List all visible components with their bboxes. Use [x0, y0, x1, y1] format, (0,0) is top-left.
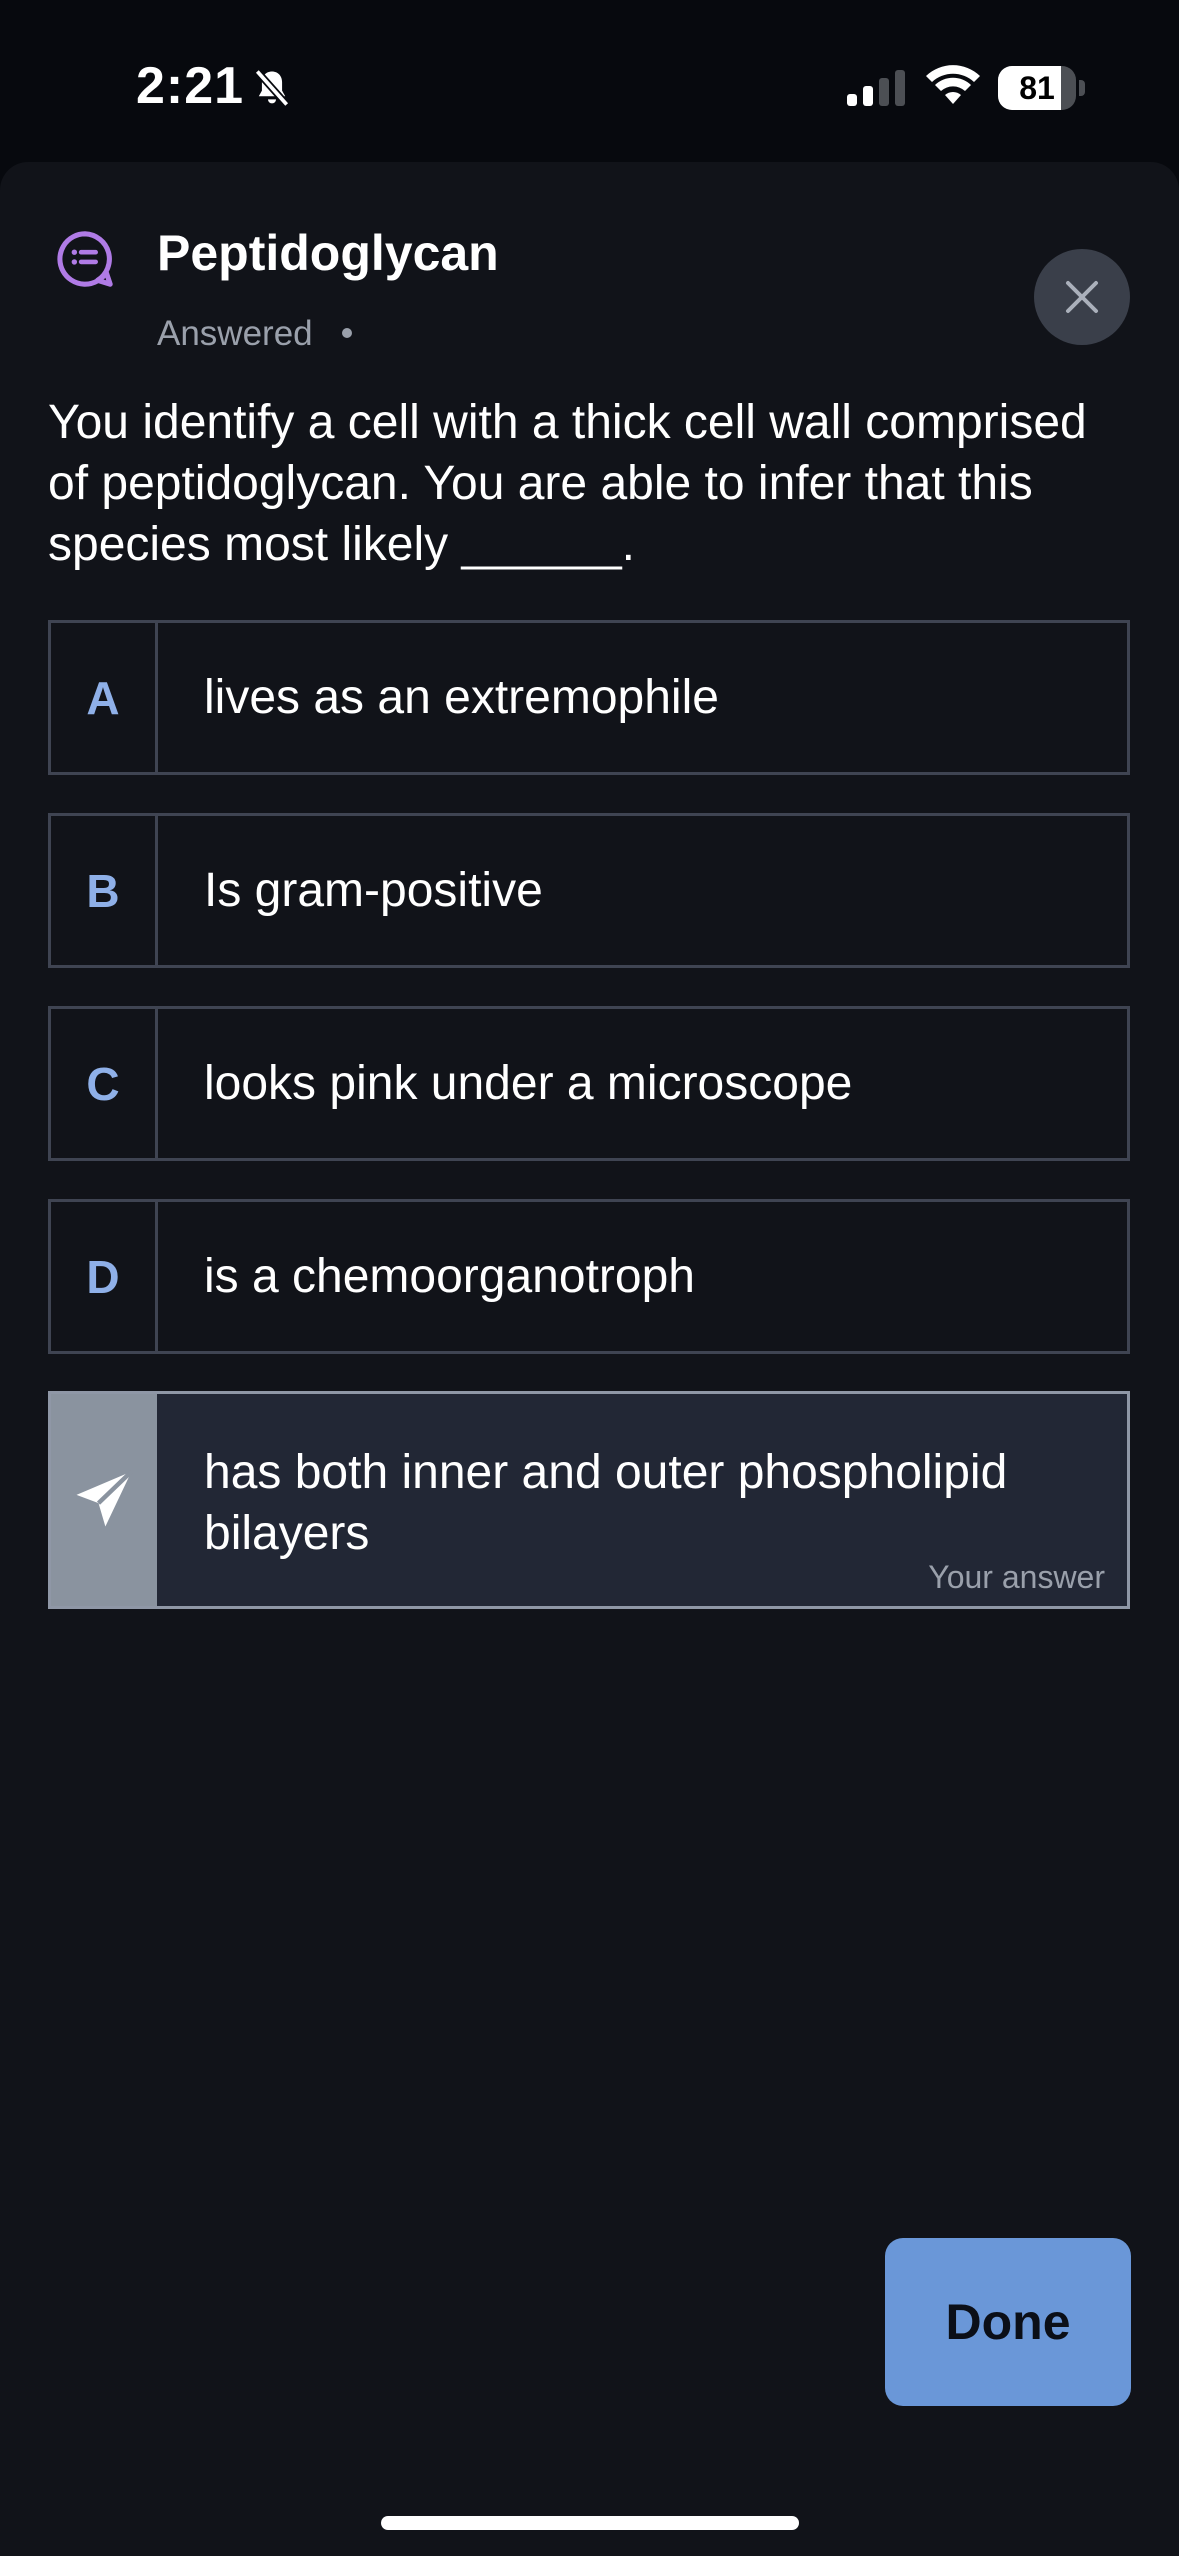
status-dot	[342, 328, 352, 338]
close-icon	[1066, 281, 1098, 313]
option-b[interactable]: B Is gram-positive	[48, 813, 1130, 968]
topic-title: Peptidoglycan	[157, 225, 499, 281]
option-letter: B	[51, 816, 158, 965]
option-letter: D	[51, 1202, 158, 1351]
option-letter: A	[51, 623, 158, 772]
status-bar: 2:21 81	[0, 0, 1179, 160]
answer-status: Answered	[157, 314, 313, 353]
option-text: lives as an extremophile	[204, 671, 719, 724]
wifi-icon	[926, 65, 980, 104]
done-button[interactable]: Done	[885, 2238, 1131, 2406]
battery-percent: 81	[1019, 70, 1055, 106]
selected-answer-option[interactable]: has both inner and outer phospholipid bi…	[48, 1391, 1130, 1609]
option-text: Is gram-positive	[204, 864, 543, 917]
option-letter: C	[51, 1009, 158, 1158]
home-indicator[interactable]	[381, 2516, 799, 2530]
answer-text: has both inner and outer phospholipid bi…	[204, 1446, 1008, 1560]
cellular-signal-icon	[847, 70, 905, 106]
bell-slash-icon	[254, 69, 290, 107]
option-d[interactable]: D is a chemoorganotroph	[48, 1199, 1130, 1354]
chat-list-icon	[57, 231, 113, 287]
send-arrow-icon	[76, 1469, 134, 1527]
option-text: looks pink under a microscope	[204, 1057, 853, 1110]
close-button[interactable]	[1034, 249, 1130, 345]
question-text: You identify a cell with a thick cell wa…	[48, 396, 1087, 571]
option-text: is a chemoorganotroph	[204, 1250, 695, 1303]
status-time: 2:21	[136, 57, 245, 115]
option-a[interactable]: A lives as an extremophile	[48, 620, 1130, 775]
battery-icon: 81	[998, 66, 1076, 110]
battery-cap	[1079, 80, 1085, 96]
your-answer-label: Your answer	[928, 1559, 1105, 1595]
option-c[interactable]: C looks pink under a microscope	[48, 1006, 1130, 1161]
answer-marker	[51, 1394, 157, 1606]
